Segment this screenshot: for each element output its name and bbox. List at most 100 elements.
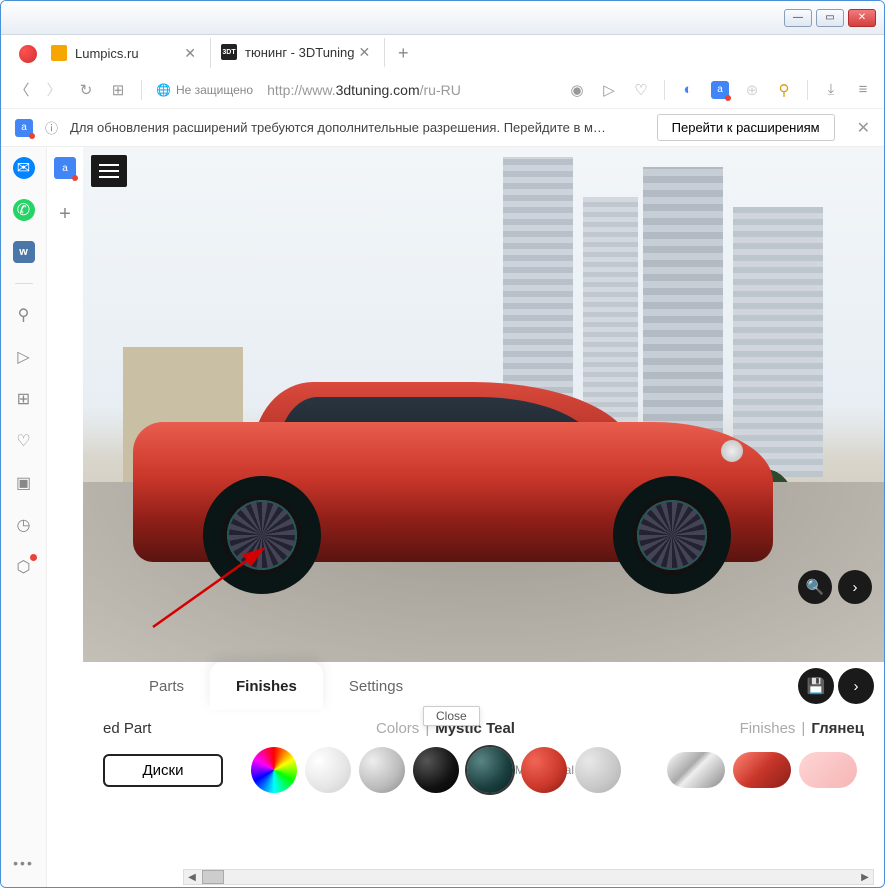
color-white-swatch[interactable] <box>305 747 351 793</box>
zoom-controls: 🔍 › <box>798 570 872 604</box>
translate-ext-icon: a <box>15 119 33 137</box>
colors-label: Colors <box>376 720 419 737</box>
adblock-icon[interactable]: ◐ <box>679 81 697 99</box>
more-icon[interactable]: ••• <box>13 855 34 871</box>
tab-settings[interactable]: Settings <box>323 662 429 710</box>
scrollbar-thumb[interactable] <box>202 870 224 884</box>
notification-bar: a ⓘ Для обновления расширений требуются … <box>1 109 884 147</box>
close-tab-icon[interactable]: ✕ <box>355 44 375 61</box>
workspace-translate-icon[interactable]: a <box>54 157 76 179</box>
security-label: Не защищено <box>176 83 253 97</box>
extension-icon[interactable]: ⊕ <box>743 81 761 99</box>
whatsapp-icon[interactable]: ✆ <box>13 199 35 221</box>
new-tab-button[interactable]: + <box>391 41 415 65</box>
titlebar: — ▭ ✕ <box>1 1 884 35</box>
tab-parts[interactable]: Parts <box>123 662 210 710</box>
color-black-swatch[interactable] <box>413 747 459 793</box>
maximize-button[interactable]: ▭ <box>816 9 844 27</box>
part-select[interactable]: Диски <box>103 754 223 787</box>
fuel-cap <box>721 440 743 462</box>
add-workspace-button[interactable]: + <box>54 203 76 225</box>
color-grey-swatch[interactable] <box>575 747 621 793</box>
finish-matte[interactable] <box>799 752 857 788</box>
heart-icon[interactable]: ♡ <box>632 81 650 99</box>
tab-lumpics[interactable]: Lumpics.ru ✕ <box>41 38 211 68</box>
messenger-icon[interactable]: ✉ <box>13 157 35 179</box>
divider <box>141 80 142 100</box>
toolbar-right: ◉ ▷ ♡ ◐ a ⊕ ⚲ ⤓ ≡ <box>568 80 872 100</box>
page-content: 3DT 🔍 › Parts Finishes Settings Cl <box>83 147 884 887</box>
speeddial-icon[interactable]: ⊞ <box>109 81 127 99</box>
selected-part-label: ed Part <box>103 720 151 737</box>
send-icon[interactable]: ▷ <box>600 81 618 99</box>
tab-finishes[interactable]: Finishes <box>210 662 323 710</box>
color-picker-swatch[interactable] <box>251 747 297 793</box>
front-wheel <box>203 476 321 594</box>
bookmarks-icon[interactable]: ♡ <box>13 430 35 452</box>
finish-gloss[interactable] <box>733 752 791 788</box>
window-frame: — ▭ ✕ Lumpics.ru ✕ 3DT тюнинг - 3DTuning… <box>0 0 885 888</box>
color-red-swatch[interactable] <box>521 747 567 793</box>
opera-logo-icon[interactable] <box>19 45 37 63</box>
news-icon[interactable]: ▣ <box>13 472 35 494</box>
car-preview[interactable]: 3DT 🔍 › <box>83 147 884 662</box>
camera-icon[interactable]: ◉ <box>568 81 586 99</box>
current-finish-name: Глянец <box>811 720 864 737</box>
horizontal-scrollbar[interactable]: ◀ ▶ <box>183 869 874 885</box>
save-button[interactable]: 💾 <box>798 668 834 704</box>
url-input[interactable]: http://www.3dtuning.com/ru-RU <box>267 82 554 98</box>
download-icon[interactable]: ⤓ <box>822 81 840 99</box>
divider <box>664 80 665 100</box>
info-icon: ⓘ <box>45 118 58 137</box>
save-controls: 💾 › <box>798 668 874 704</box>
car-model: 3DT <box>103 362 803 602</box>
close-tab-icon[interactable]: ✕ <box>180 45 200 62</box>
tab-3dtuning[interactable]: 3DT тюнинг - 3DTuning ✕ <box>211 38 385 68</box>
finishes-label: Finishes <box>740 720 796 737</box>
speeddial-icon[interactable]: ⊞ <box>13 388 35 410</box>
flow-icon[interactable]: ▷ <box>13 346 35 368</box>
close-tooltip: Close <box>423 706 480 726</box>
translate-icon[interactable]: a <box>711 81 729 99</box>
finish-chrome[interactable] <box>667 752 725 788</box>
globe-icon: 🌐 <box>156 83 171 97</box>
url-domain: 3dtuning.com <box>336 82 420 98</box>
sep: | <box>801 720 805 737</box>
extensions-icon[interactable]: ⬡ <box>13 556 35 578</box>
divider <box>15 283 33 284</box>
scroll-left-icon[interactable]: ◀ <box>184 870 200 884</box>
zoom-button[interactable]: 🔍 <box>798 570 832 604</box>
close-notification-icon[interactable]: ✕ <box>857 118 870 138</box>
minimize-button[interactable]: — <box>784 9 812 27</box>
next-view-button[interactable]: › <box>838 570 872 604</box>
forward-button[interactable]: 〉 <box>45 81 63 99</box>
search-icon[interactable]: ⚲ <box>13 304 35 326</box>
workspace-bar: a + <box>47 147 83 887</box>
rear-wheel <box>613 476 731 594</box>
tab-label: тюнинг - 3DTuning <box>245 45 355 60</box>
color-silver-swatch[interactable] <box>359 747 405 793</box>
vk-icon[interactable]: w <box>13 241 35 263</box>
color-mystic-teal-swatch[interactable] <box>467 747 513 793</box>
favicon-lumpics-icon <box>51 45 67 61</box>
swatches-row: Диски <box>83 741 884 809</box>
security-indicator[interactable]: 🌐 Не защищено <box>156 83 253 97</box>
menu-button[interactable] <box>91 155 127 187</box>
address-bar: 〈 〉 ↻ ⊞ 🌐 Не защищено http://www.3dtunin… <box>1 71 884 109</box>
url-prefix: http://www. <box>267 82 335 98</box>
notification-text: Для обновления расширений требуются допо… <box>70 120 645 135</box>
goto-extensions-button[interactable]: Перейти к расширениям <box>657 114 835 141</box>
favicon-3dt-icon: 3DT <box>221 44 237 60</box>
easysetup-icon[interactable]: ≡ <box>854 81 872 99</box>
workspace: ✉ ✆ w ⚲ ▷ ⊞ ♡ ▣ ◷ ⬡ ••• a + <box>1 147 884 887</box>
labels-row: ed Part Colors | Mystic Teal Finishes | … <box>83 710 884 741</box>
back-button[interactable]: 〈 <box>13 81 31 99</box>
scroll-right-icon[interactable]: ▶ <box>857 870 873 884</box>
close-window-button[interactable]: ✕ <box>848 9 876 27</box>
opera-sidebar: ✉ ✆ w ⚲ ▷ ⊞ ♡ ▣ ◷ ⬡ ••• <box>1 147 47 887</box>
save-more-button[interactable]: › <box>838 668 874 704</box>
wand-icon[interactable]: ⚲ <box>775 81 793 99</box>
history-icon[interactable]: ◷ <box>13 514 35 536</box>
tab-label: Lumpics.ru <box>75 46 139 61</box>
reload-button[interactable]: ↻ <box>77 81 95 99</box>
